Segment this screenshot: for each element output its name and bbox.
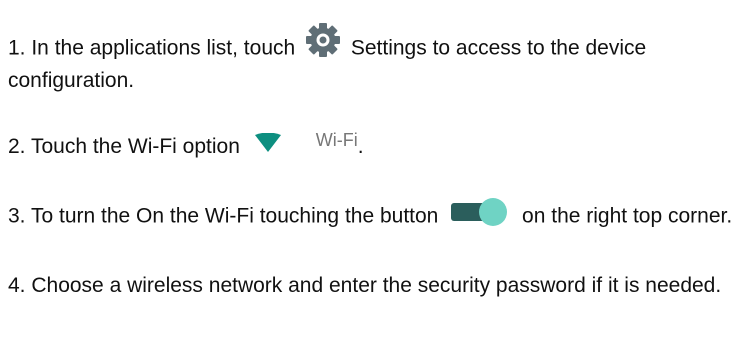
step-1-text-before: 1. In the applications list, touch <box>8 36 302 60</box>
step-2: 2. Touch the Wi-Fi option Wi-Fi. <box>8 130 743 161</box>
step-2-text-after: . <box>357 135 364 158</box>
settings-gear-icon <box>305 22 341 58</box>
step-4: 4. Choose a wireless network and enter t… <box>8 272 743 299</box>
wifi-option-label: Wi-Fi <box>315 130 358 150</box>
step-1: 1. In the applications list, touch Setti… <box>8 23 743 94</box>
step-4-text: 4. Choose a wireless network and enter t… <box>8 274 722 297</box>
instructions-page: { "steps": [ { "text_before": "1. In the… <box>0 0 745 340</box>
toggle-switch-icon <box>450 197 510 227</box>
step-2-text-before: 2. Touch the Wi-Fi option <box>8 135 246 158</box>
step-3-text-before: 3. To turn the On the Wi-Fi touching the… <box>8 204 445 228</box>
step-3: 3. To turn the On the Wi-Fi touching the… <box>8 198 743 232</box>
wifi-icon <box>254 132 282 153</box>
step-3-text-after: on the right top corner. <box>516 204 733 228</box>
